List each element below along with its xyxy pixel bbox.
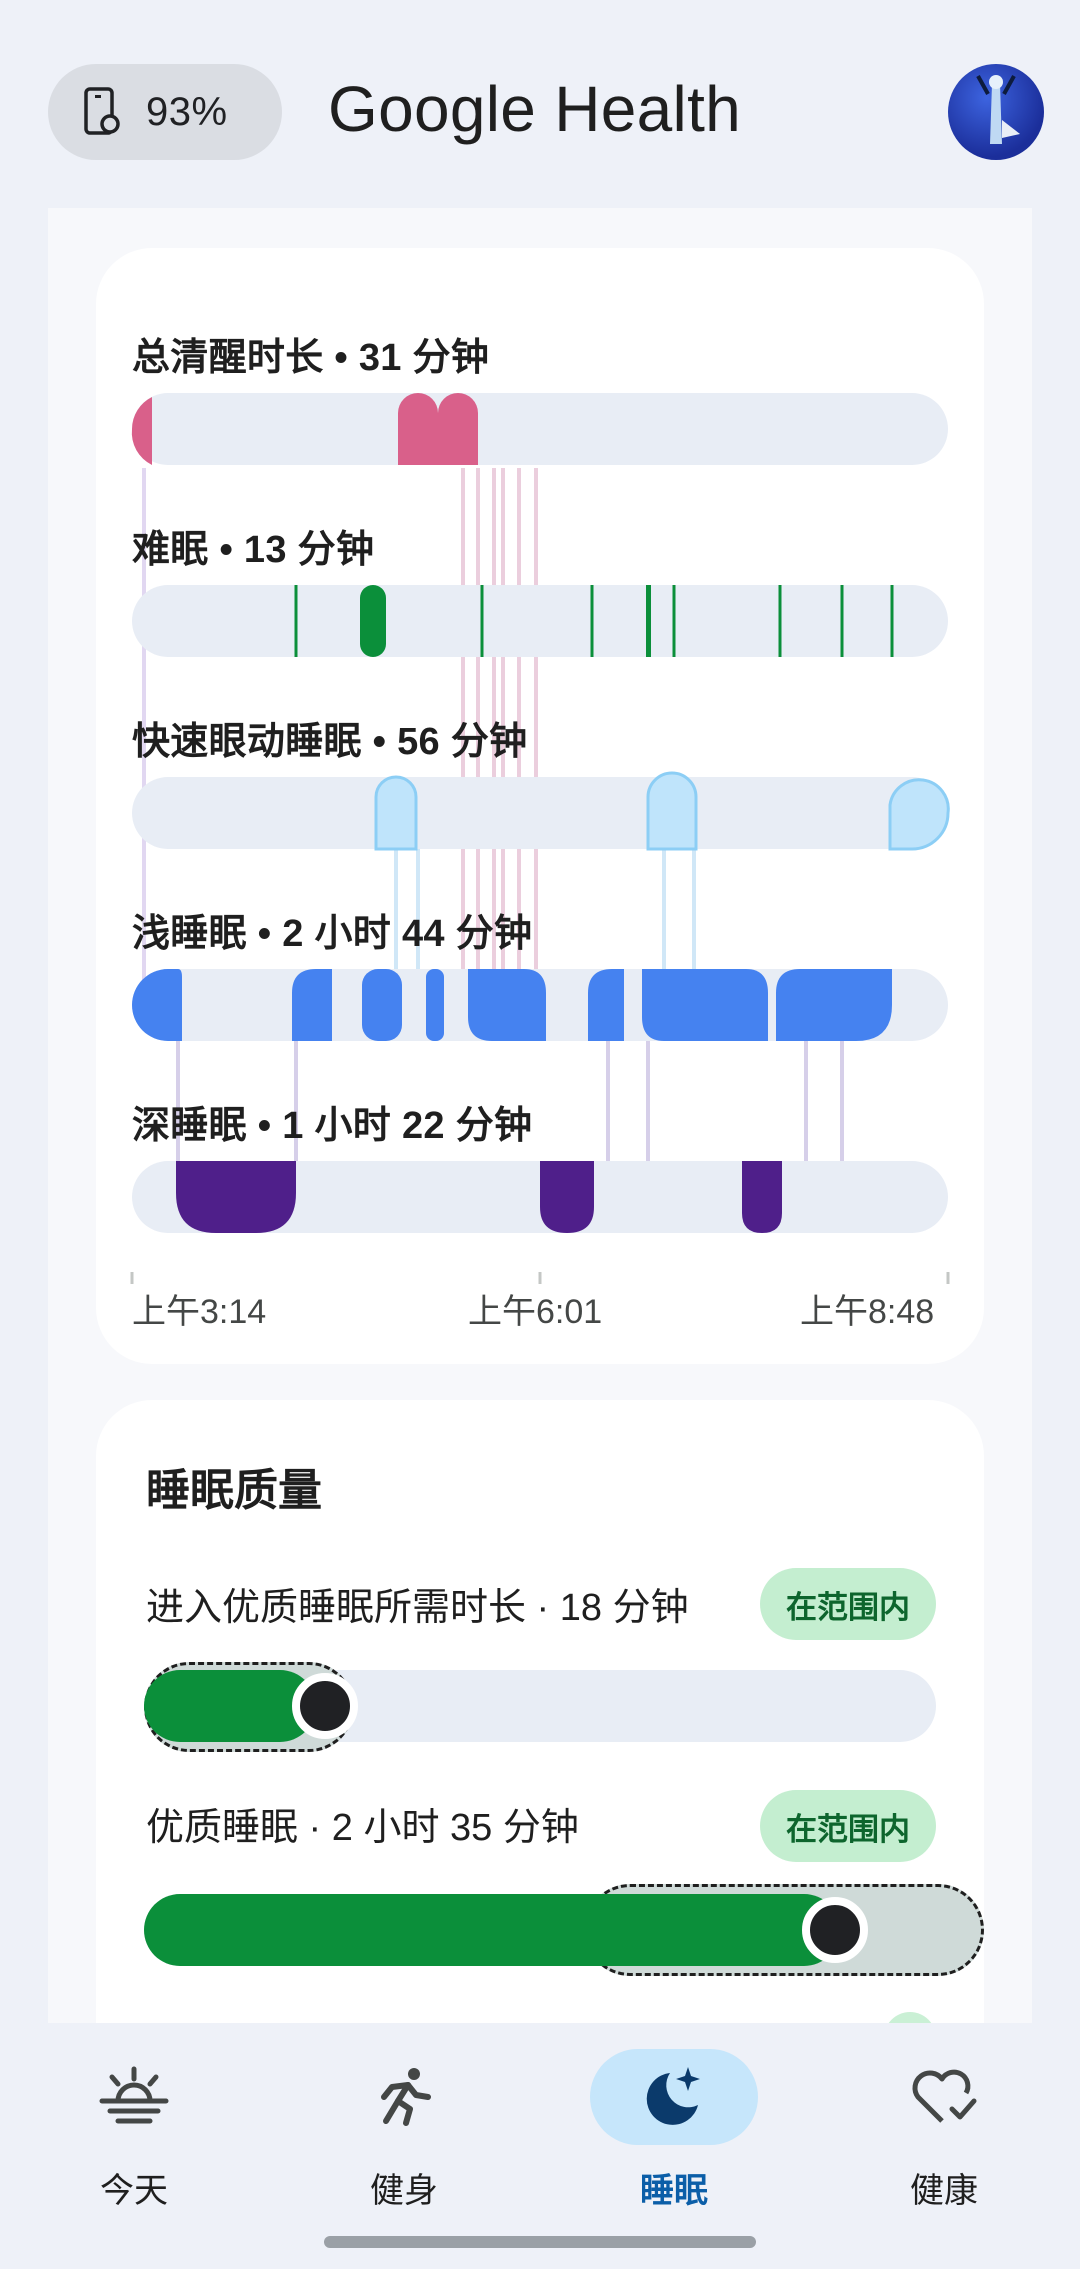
sleep-stages-chart bbox=[130, 393, 950, 1284]
restless-segment bbox=[360, 585, 386, 657]
sleep-quality-title: 睡眠质量 bbox=[146, 1466, 322, 1515]
quality-item-label: 优质睡眠 · 2 小时 35 分钟 bbox=[146, 1807, 579, 1849]
awake-track bbox=[132, 393, 948, 465]
nav-label: 睡眠 bbox=[640, 2172, 708, 2210]
rem-track bbox=[132, 777, 948, 849]
quality-fill bbox=[144, 1670, 316, 1742]
rem-segment bbox=[646, 771, 698, 851]
quality-value-marker bbox=[802, 1897, 868, 1963]
light-segment bbox=[588, 969, 624, 1041]
quality-fill bbox=[144, 1894, 840, 1966]
stage-label-deep: 深睡眠 • 1 小时 22 分钟 bbox=[132, 1105, 533, 1147]
battery-percent: 93% bbox=[146, 89, 228, 134]
nav-item-fitness[interactable]: 健身 bbox=[304, 2049, 504, 2219]
running-icon bbox=[381, 2068, 431, 2126]
stage-label-restless: 难眠 • 13 分钟 bbox=[132, 529, 375, 571]
deep-segment bbox=[540, 1161, 594, 1233]
nav-item-today[interactable]: 今天 bbox=[34, 2049, 234, 2219]
device-battery-icon bbox=[84, 87, 120, 135]
status-badge-partial bbox=[884, 2012, 936, 2023]
time-axis-start: 上午3:14 bbox=[132, 1293, 267, 1331]
bottom-navigation: 今天 健身 睡眠 健康 bbox=[0, 2023, 1080, 2269]
deep-segment bbox=[742, 1161, 782, 1233]
battery-status-pill[interactable]: 93% bbox=[48, 64, 282, 160]
moon-star-icon bbox=[646, 2067, 700, 2125]
stage-label-light: 浅睡眠 • 2 小时 44 分钟 bbox=[132, 913, 533, 955]
content-scroll-area[interactable]: 总清醒时长 • 31 分钟 难眠 • 13 分钟 快速眼动睡眠 • 56 分钟 … bbox=[48, 208, 1032, 2023]
nav-item-sleep[interactable]: 睡眠 bbox=[574, 2049, 774, 2219]
light-segment bbox=[362, 969, 402, 1041]
nav-item-health[interactable]: 健康 bbox=[844, 2049, 1044, 2219]
sunrise-icon bbox=[99, 2066, 169, 2124]
awake-segment bbox=[438, 393, 478, 465]
restless-segment bbox=[646, 585, 651, 657]
heart-check-icon bbox=[912, 2069, 977, 2123]
light-segment bbox=[776, 969, 892, 1041]
quality-item-label: 进入优质睡眠所需时长 · 18 分钟 bbox=[146, 1587, 689, 1629]
light-segment bbox=[292, 969, 332, 1041]
deep-segment bbox=[176, 1161, 296, 1233]
sleep-quality-card[interactable]: 睡眠质量 进入优质睡眠所需时长 · 18 分钟 在范围内 优质睡眠 · 2 小时… bbox=[96, 1400, 984, 2023]
nav-label: 今天 bbox=[100, 2172, 168, 2210]
light-segment bbox=[468, 969, 546, 1041]
quality-value-marker bbox=[292, 1673, 358, 1739]
status-badge: 在范围内 bbox=[760, 1568, 936, 1640]
time-axis-mid: 上午6:01 bbox=[468, 1293, 603, 1331]
app-header: 93% Google Health bbox=[0, 0, 1080, 208]
home-indicator[interactable] bbox=[324, 2236, 756, 2248]
sleep-stages-card: 总清醒时长 • 31 分钟 难眠 • 13 分钟 快速眼动睡眠 • 56 分钟 … bbox=[96, 248, 984, 1364]
light-segment bbox=[426, 969, 444, 1041]
awake-segment bbox=[398, 393, 438, 465]
nav-label: 健身 bbox=[370, 2172, 438, 2210]
avatar-image bbox=[976, 75, 1020, 144]
status-badge: 在范围内 bbox=[760, 1790, 936, 1862]
light-segment bbox=[642, 969, 768, 1041]
time-axis-end: 上午8:48 bbox=[800, 1293, 935, 1331]
nav-label: 健康 bbox=[910, 2172, 978, 2210]
avatar[interactable] bbox=[948, 64, 1044, 160]
stage-label-rem: 快速眼动睡眠 • 56 分钟 bbox=[132, 721, 528, 763]
rem-segment bbox=[374, 775, 418, 851]
light-segment bbox=[132, 969, 182, 1041]
restless-track bbox=[132, 585, 948, 657]
awake-segment bbox=[131, 397, 152, 465]
app-title: Google Health bbox=[328, 73, 742, 145]
rem-segment bbox=[888, 778, 950, 851]
stage-label-awake: 总清醒时长 • 31 分钟 bbox=[132, 337, 490, 379]
